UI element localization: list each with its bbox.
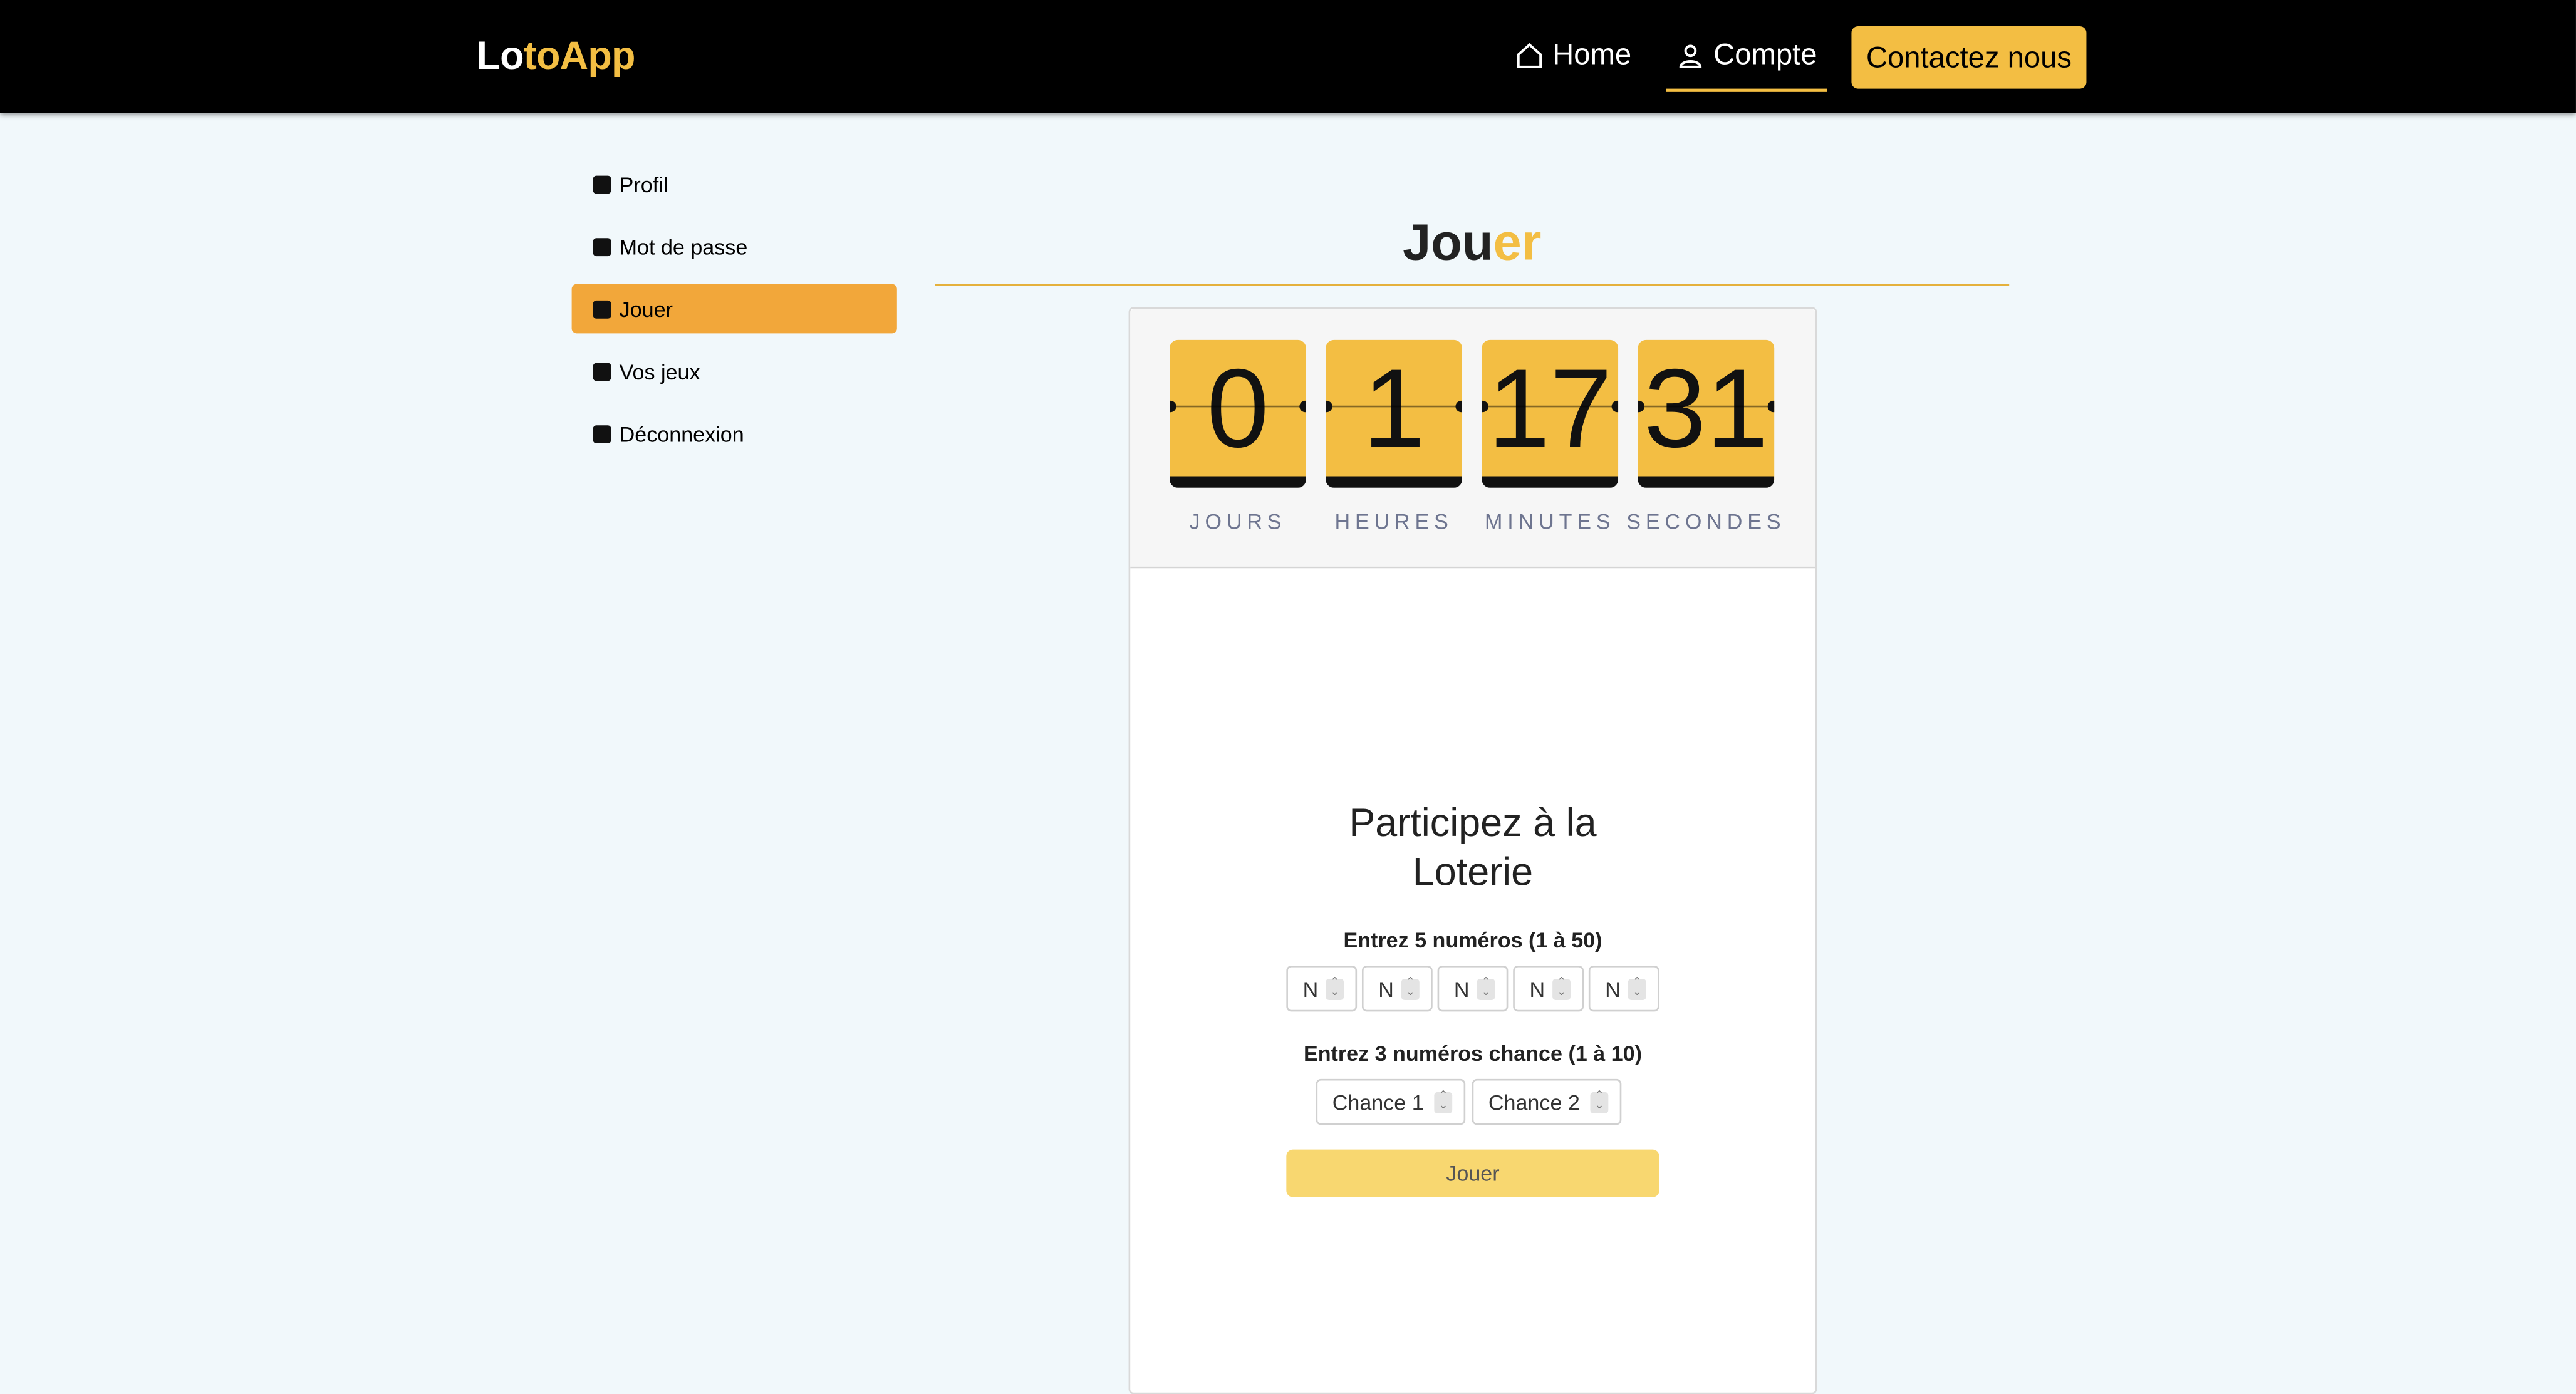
chance-input-2[interactable]: Chance 2 ⌃ ⌄	[1472, 1078, 1622, 1125]
nav-compte-label: Compte	[1713, 38, 1817, 71]
countdown-seconds-label: SECONDES	[1626, 509, 1786, 534]
number-input-2[interactable]: N ⌃ ⌄	[1361, 965, 1433, 1012]
sidebar-item-label: Déconnexion	[619, 421, 744, 446]
number-input-3[interactable]: N ⌃ ⌄	[1437, 965, 1509, 1012]
stepper-icon[interactable]: ⌃ ⌄	[1628, 977, 1646, 1001]
page-title-part2: er	[1493, 213, 1542, 271]
form-title-line1: Participez à la	[1349, 801, 1597, 846]
sidebar-item-label: Jouer	[619, 296, 673, 321]
countdown-seconds-value: 31	[1644, 346, 1768, 471]
number-input-placeholder: N	[1378, 976, 1394, 1001]
number-input-1[interactable]: N ⌃ ⌄	[1286, 965, 1358, 1012]
sidebar-item-label: Profil	[619, 172, 668, 197]
dice-icon	[593, 299, 611, 318]
stepper-icon[interactable]: ⌃ ⌄	[1590, 1090, 1609, 1113]
brand-part2: toApp	[523, 34, 636, 79]
sidebar-item-jouer[interactable]: Jouer	[571, 284, 897, 334]
number-input-placeholder: N	[1453, 976, 1470, 1001]
sidebar-item-label: Vos jeux	[619, 358, 700, 384]
form-title: Participez à la Loterie	[1130, 800, 1815, 898]
nav-home-label: Home	[1552, 38, 1632, 71]
sidebar-item-mot-de-passe[interactable]: Mot de passe	[572, 222, 897, 271]
number-input-placeholder: N	[1529, 976, 1545, 1001]
stepper-icon[interactable]: ⌃ ⌄	[1401, 977, 1420, 1001]
calendar-check-icon	[593, 362, 611, 381]
lottery-card: 0 1 17 31 JOURS HEURES MINUTES SECONDES …	[1128, 307, 1817, 1394]
countdown-minutes-card: 17	[1482, 339, 1619, 488]
play-button[interactable]: Jouer	[1286, 1149, 1659, 1197]
number-input-placeholder: N	[1605, 976, 1621, 1001]
form-title-line2: Loterie	[1412, 850, 1534, 896]
stepper-icon[interactable]: ⌃ ⌄	[1434, 1090, 1453, 1113]
nav-home-link[interactable]: Home	[1515, 38, 1631, 72]
chance-input-1[interactable]: Chance 1 ⌃ ⌄	[1316, 1078, 1466, 1125]
sidebar-item-profil[interactable]: Profil	[572, 159, 897, 209]
page-title-part1: Jou	[1402, 213, 1493, 271]
sidebar-item-vos-jeux[interactable]: Vos jeux	[572, 346, 897, 396]
info-icon	[593, 175, 611, 194]
countdown-hours-card: 1	[1326, 339, 1462, 488]
brand-logo[interactable]: LotoApp	[476, 34, 635, 80]
sidebar-item-label: Mot de passe	[619, 234, 748, 259]
nav-compte-link[interactable]: Compte	[1676, 38, 1817, 72]
countdown-days-card: 0	[1170, 339, 1306, 488]
nav-active-indicator	[1666, 88, 1827, 92]
contact-button[interactable]: Contactez nous	[1851, 26, 2087, 89]
countdown-seconds-card: 31	[1638, 339, 1775, 488]
number-input-4[interactable]: N ⌃ ⌄	[1513, 965, 1584, 1012]
page-title: Jouer	[935, 214, 2009, 272]
sidebar-item-deconnexion[interactable]: Déconnexion	[572, 409, 897, 458]
home-icon	[1517, 42, 1542, 68]
stepper-icon[interactable]: ⌃ ⌄	[1552, 977, 1571, 1001]
top-navbar: LotoApp Home Compte Contactez nous	[0, 0, 2576, 113]
stepper-icon[interactable]: ⌃ ⌄	[1477, 977, 1495, 1001]
countdown-timer: 0 1 17 31 JOURS HEURES MINUTES SECONDES	[1130, 309, 1815, 569]
countdown-days-value: 0	[1207, 346, 1269, 471]
user-icon	[1679, 44, 1702, 68]
countdown-minutes-value: 17	[1488, 346, 1613, 471]
countdown-days-label: JOURS	[1189, 509, 1287, 534]
door-icon	[593, 424, 611, 443]
numbers-label: Entrez 5 numéros (1 à 50)	[1343, 927, 1602, 953]
title-divider	[935, 284, 2010, 286]
number-input-placeholder: N	[1302, 976, 1319, 1001]
countdown-hours-label: HEURES	[1334, 509, 1453, 534]
chance-input-placeholder: Chance 1	[1332, 1089, 1424, 1115]
countdown-hours-value: 1	[1363, 346, 1425, 471]
chance-input-placeholder: Chance 2	[1488, 1089, 1580, 1115]
countdown-minutes-label: MINUTES	[1484, 509, 1616, 534]
number-input-5[interactable]: N ⌃ ⌄	[1588, 965, 1659, 1012]
chance-label: Entrez 3 numéros chance (1 à 10)	[1303, 1041, 1642, 1066]
brand-part1: Lo	[476, 34, 524, 79]
stepper-icon[interactable]: ⌃ ⌄	[1326, 977, 1344, 1001]
lock-icon	[593, 237, 611, 256]
